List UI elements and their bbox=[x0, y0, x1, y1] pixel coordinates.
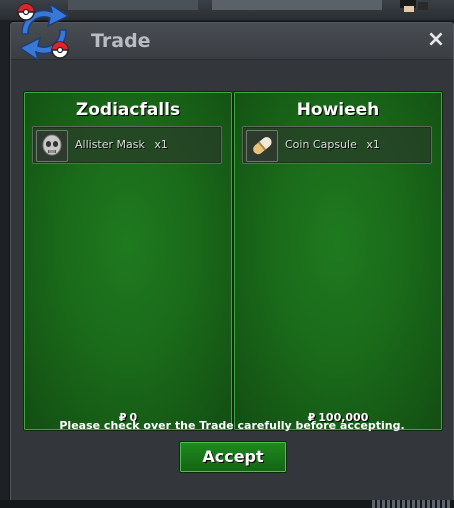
item-quantity: x1 bbox=[366, 138, 380, 151]
background-decoration bbox=[372, 500, 452, 508]
capsule-icon bbox=[246, 130, 278, 162]
trade-window: Trade × Zodiacfalls Allister Mask x1 ₽ 0… bbox=[10, 22, 454, 502]
background-tile bbox=[68, 0, 198, 10]
player-name: Zodiacfalls bbox=[75, 100, 181, 120]
item-label: Allister Mask x1 bbox=[75, 138, 168, 151]
player-name: Howieeh bbox=[296, 100, 380, 120]
trade-panel-self: Zodiacfalls Allister Mask x1 ₽0 bbox=[23, 91, 233, 431]
item-name: Allister Mask bbox=[75, 138, 145, 151]
trade-item-slot[interactable]: Coin Capsule x1 bbox=[242, 126, 432, 164]
trade-panel-partner: Howieeh Coin Capsule x1 ₽100,000 bbox=[233, 91, 443, 431]
item-name: Coin Capsule bbox=[285, 138, 357, 151]
trade-item-slot[interactable]: Allister Mask x1 bbox=[32, 126, 222, 164]
background-tile bbox=[212, 0, 382, 10]
window-title: Trade bbox=[91, 30, 151, 52]
title-bar[interactable]: Trade × bbox=[11, 23, 453, 60]
accept-button[interactable]: Accept bbox=[179, 441, 287, 473]
item-label: Coin Capsule x1 bbox=[285, 138, 380, 151]
item-quantity: x1 bbox=[154, 138, 168, 151]
trade-arrows-logo-icon bbox=[17, 2, 70, 62]
skull-mask-icon bbox=[36, 130, 68, 162]
trade-notice: Please check over the Trade carefully be… bbox=[59, 419, 405, 432]
character-sprite-icon bbox=[400, 0, 428, 12]
close-button[interactable]: × bbox=[425, 28, 447, 52]
